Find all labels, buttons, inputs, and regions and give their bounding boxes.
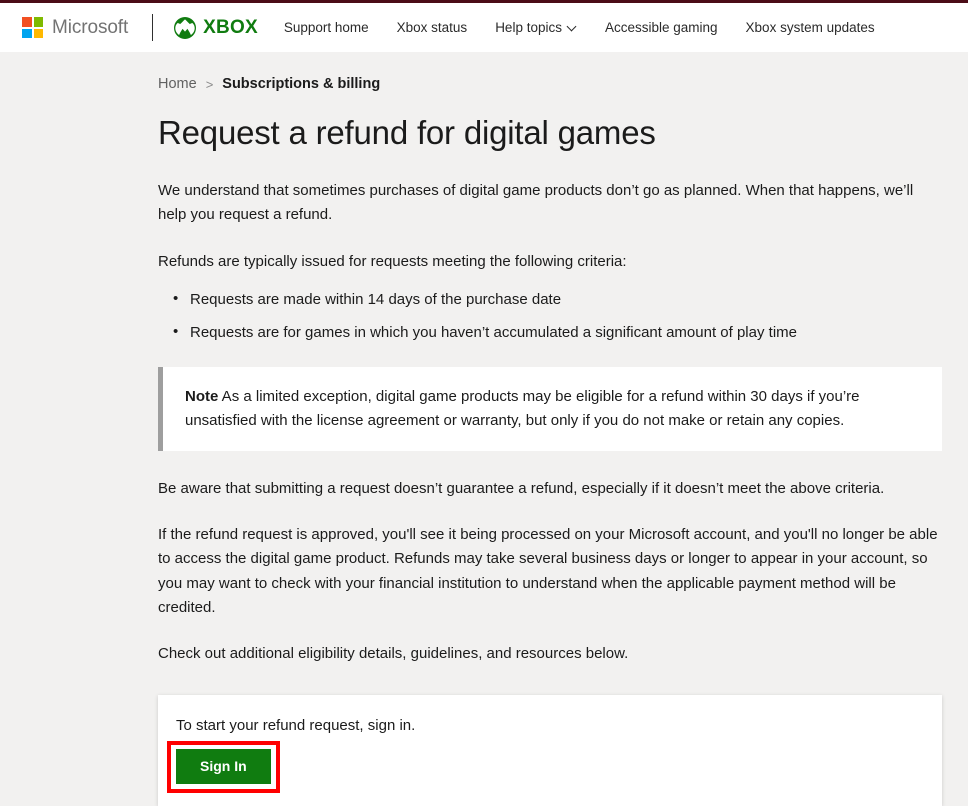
header-divider: [152, 14, 154, 41]
signin-button-holder: Sign In: [167, 741, 280, 793]
microsoft-logo-icon: [22, 17, 43, 38]
nav-label: Xbox system updates: [745, 20, 875, 35]
list-item: Requests are made within 14 days of the …: [173, 287, 942, 312]
note-callout: Note As a limited exception, digital gam…: [158, 366, 942, 451]
nav-label: Xbox status: [396, 20, 468, 35]
signin-prompt: To start your refund request, sign in.: [176, 716, 416, 734]
nav-label: Help topics: [495, 20, 562, 35]
nav-item-help-topics[interactable]: Help topics: [495, 20, 577, 35]
microsoft-wordmark: Microsoft: [52, 17, 129, 38]
site-header: Microsoft XBOX Support home Xbox status …: [0, 3, 968, 52]
breadcrumb-separator-icon: >: [205, 76, 214, 92]
page-body: Home > Subscriptions & billing Request a…: [0, 52, 968, 806]
nav-label: Support home: [283, 20, 369, 35]
signin-card: To start your refund request, sign in. S…: [158, 694, 942, 806]
nav-item-xbox-status[interactable]: Xbox status: [397, 20, 468, 35]
approved-paragraph: If the refund request is approved, you'l…: [158, 526, 938, 617]
nav-item-accessible-gaming[interactable]: Accessible gaming: [605, 20, 718, 35]
xbox-sphere-icon: [173, 16, 197, 40]
xbox-wordmark: XBOX: [203, 17, 258, 38]
content-container: Home > Subscriptions & billing Request a…: [158, 52, 942, 806]
criteria-list: Requests are made within 14 days of the …: [158, 287, 942, 345]
note-text: Note As a limited exception, digital gam…: [185, 385, 920, 433]
breadcrumb-item-current: Subscriptions & billing: [222, 76, 381, 92]
resources-paragraph: Check out additional eligibility details…: [158, 645, 629, 663]
guarantee-paragraph: Be aware that submitting a request doesn…: [158, 479, 885, 497]
breadcrumb-item-home[interactable]: Home: [158, 76, 197, 92]
nav-item-support-home[interactable]: Support home: [284, 20, 369, 35]
criteria-lead-paragraph: Refunds are typically issued for request…: [158, 252, 627, 270]
chevron-down-icon: [568, 22, 577, 31]
page-title: Request a refund for digital games: [158, 114, 656, 151]
sign-in-button[interactable]: Sign In: [176, 749, 271, 784]
intro-paragraph: We understand that sometimes purchases o…: [158, 181, 914, 224]
nav-item-xbox-system-updates[interactable]: Xbox system updates: [746, 20, 875, 35]
microsoft-logo-link[interactable]: Microsoft: [22, 17, 128, 38]
xbox-logo-link[interactable]: XBOX: [173, 16, 258, 40]
note-body: As a limited exception, digital game pro…: [185, 387, 860, 429]
breadcrumb: Home > Subscriptions & billing: [158, 76, 942, 92]
nav-label: Accessible gaming: [604, 20, 718, 35]
list-item: Requests are for games in which you have…: [173, 320, 942, 345]
header-navigation: Support home Xbox status Help topics Acc…: [284, 20, 875, 35]
note-label: Note: [185, 387, 219, 405]
